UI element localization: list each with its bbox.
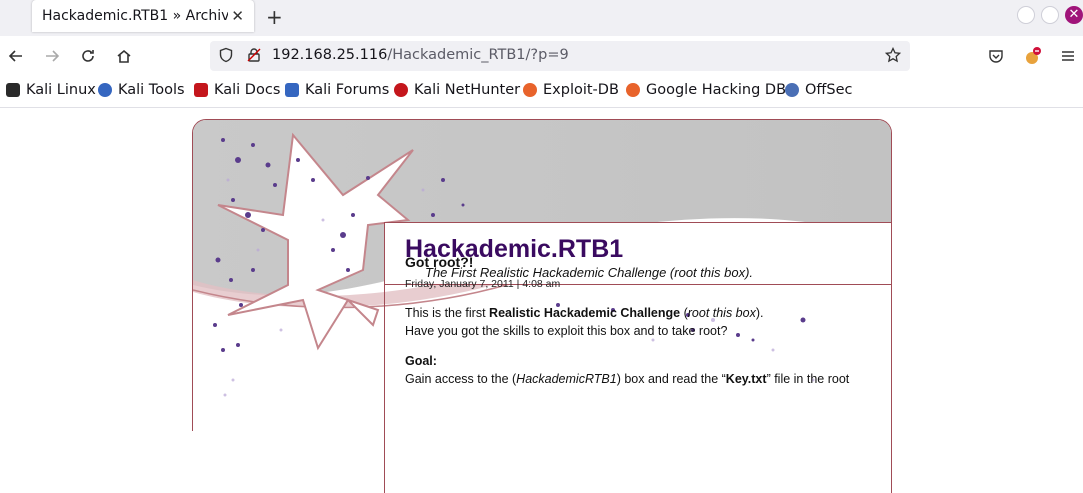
bookmark-label: Kali Docs (214, 82, 281, 98)
kali-tools-icon (98, 83, 112, 97)
new-tab-button[interactable]: + (266, 5, 283, 29)
bookmark-kali-forums[interactable]: Kali Forums (285, 82, 389, 98)
reload-icon[interactable] (76, 44, 100, 68)
url-host: 192.168.25.116 (272, 47, 388, 63)
bookmark-kali-tools[interactable]: Kali Tools (98, 82, 185, 98)
text: ) box and read the “ (616, 372, 726, 386)
frame-gap (192, 431, 194, 493)
bookmark-kali-docs[interactable]: Kali Docs (194, 82, 280, 98)
tab-bar: Hackademic.RTB1 » Archives ✕ + ✕ (0, 0, 1083, 36)
navigation-bar: 192.168.25.116/Hackademic_RTB1/?p=9 (0, 36, 1083, 76)
text-bold: Realistic Hackademic Challenge (489, 306, 681, 320)
address-bar[interactable]: 192.168.25.116/Hackademic_RTB1/?p=9 (210, 41, 910, 71)
browser-chrome: Hackademic.RTB1 » Archives ✕ + ✕ 192.168… (0, 0, 1083, 108)
post-title[interactable]: Got root?! (405, 254, 875, 270)
window-close-button[interactable]: ✕ (1065, 6, 1083, 24)
bookmark-exploit-db[interactable]: Exploit-DB (523, 82, 619, 98)
goal-label: Goal: (405, 354, 437, 368)
tab-title: Hackademic.RTB1 » Archives (42, 8, 228, 24)
bookmarks-toolbar: Kali Linux Kali Tools Kali Docs Kali For… (0, 76, 1083, 108)
text: Have you got the skills to exploit this … (405, 324, 728, 338)
insecure-lock-icon[interactable] (246, 47, 262, 67)
kali-forums-icon (285, 83, 299, 97)
kali-linux-icon (6, 83, 20, 97)
goal-text: Gain access to the (HackademicRTB1) box … (405, 370, 875, 388)
back-icon[interactable] (4, 44, 28, 68)
bookmark-kali-nethunter[interactable]: Kali NetHunter (394, 82, 520, 98)
bookmark-star-icon[interactable] (884, 46, 902, 67)
window-maximize-button[interactable] (1041, 6, 1059, 24)
bookmark-kali-linux[interactable]: Kali Linux (6, 82, 96, 98)
offsec-icon (785, 83, 799, 97)
bookmark-label: Kali Forums (305, 82, 390, 98)
web-page: Hackademic.RTB1 The First Realistic Hack… (0, 108, 1083, 493)
exploit-db-icon (523, 83, 537, 97)
text: ” file in the root (766, 372, 850, 386)
tab-active[interactable]: Hackademic.RTB1 » Archives ✕ (32, 0, 254, 32)
text: ( (680, 306, 688, 320)
post-intro: This is the first Realistic Hackademic C… (405, 304, 875, 340)
menu-icon[interactable] (1056, 44, 1080, 68)
post-date: Friday, January 7, 2011 | 4:08 am (405, 278, 561, 290)
home-icon[interactable] (112, 44, 136, 68)
bookmark-offsec[interactable]: OffSec (785, 82, 853, 98)
text: ). (755, 306, 764, 320)
text: This is the first (405, 306, 490, 320)
url-path: /Hackademic_RTB1/?p=9 (387, 47, 569, 63)
window-minimize-button[interactable] (1017, 6, 1035, 24)
text-italic: root this box (687, 306, 756, 320)
bookmark-label: OffSec (805, 82, 853, 98)
bookmark-google-hacking-db[interactable]: Google Hacking DB (626, 82, 786, 98)
pocket-icon[interactable] (984, 44, 1008, 68)
text-italic: HackademicRTB1 (516, 372, 617, 386)
text: Gain access to the ( (405, 372, 517, 386)
kali-docs-icon (194, 83, 208, 97)
bookmark-label: Exploit-DB (543, 82, 619, 98)
kali-nethunter-icon (394, 83, 408, 97)
post: Got root?! Friday, January 7, 2011 | 4:0… (405, 254, 875, 388)
shield-icon[interactable] (218, 47, 234, 67)
text-bold: Key.txt (725, 372, 767, 386)
url-text[interactable]: 192.168.25.116/Hackademic_RTB1/?p=9 (272, 47, 569, 63)
google-hacking-db-icon (626, 83, 640, 97)
bookmark-label: Kali NetHunter (414, 82, 521, 98)
forward-icon[interactable] (40, 44, 64, 68)
bookmark-label: Google Hacking DB (646, 82, 787, 98)
bookmark-label: Kali Linux (26, 82, 96, 98)
tab-close-icon[interactable]: ✕ (231, 7, 244, 25)
extension-icon[interactable] (1020, 44, 1044, 68)
bookmark-label: Kali Tools (118, 82, 185, 98)
